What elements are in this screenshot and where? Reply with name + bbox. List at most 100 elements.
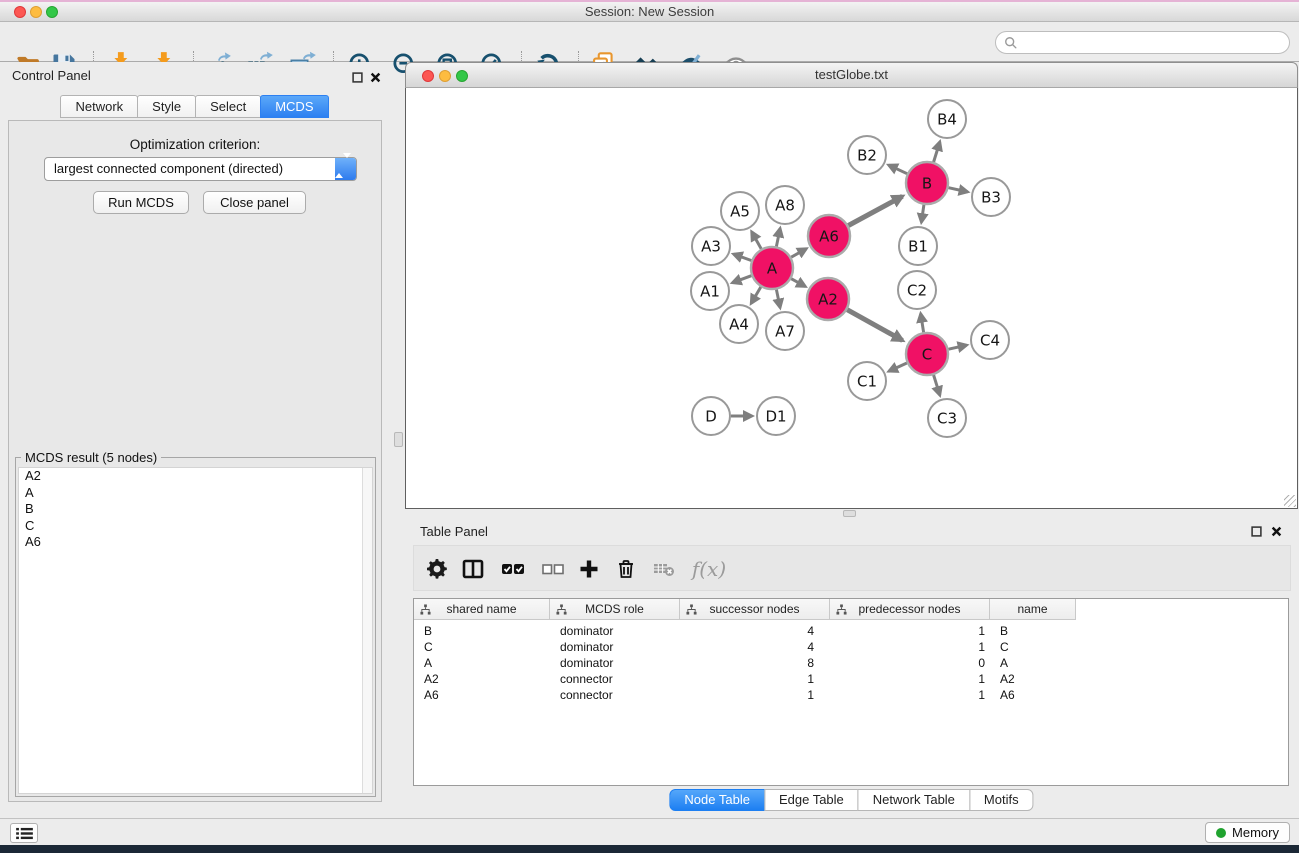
memory-button[interactable]: Memory <box>1205 822 1290 843</box>
edge-C-C2[interactable] <box>921 314 924 333</box>
graph-node-A5[interactable]: A5 <box>721 192 759 230</box>
graph-node-A6[interactable]: A6 <box>808 215 850 257</box>
graph-node-D[interactable]: D <box>692 397 730 435</box>
table-cell[interactable]: 1 <box>830 687 990 703</box>
graph-node-A3[interactable]: A3 <box>692 227 730 265</box>
graph-node-A7[interactable]: A7 <box>766 312 804 350</box>
split-view-icon[interactable] <box>460 556 486 582</box>
table-cell[interactable]: 1 <box>830 671 990 687</box>
graph-node-A8[interactable]: A8 <box>766 186 804 224</box>
graph-node-A2[interactable]: A2 <box>807 278 849 320</box>
edge-C-C4[interactable] <box>949 345 967 349</box>
result-scrollbar[interactable] <box>362 468 372 793</box>
run-mcds-button[interactable]: Run MCDS <box>93 191 189 214</box>
table-cell[interactable]: dominator <box>550 639 680 655</box>
edge-B-B3[interactable] <box>949 188 968 192</box>
network-graph[interactable]: B4B2BB3A5A8A6B1A3AC2A1A2A4A7C4CC1C3DD1 <box>406 88 1297 507</box>
edge-C-C1[interactable] <box>889 363 907 371</box>
settings-gear-icon[interactable] <box>424 556 450 582</box>
tab-network[interactable]: Network <box>60 95 138 118</box>
horizontal-splitter-handle[interactable] <box>843 510 856 517</box>
table-cell[interactable]: A2 <box>990 671 1076 687</box>
table-row[interactable]: Adominator80A <box>414 655 1288 671</box>
float-table-panel-icon[interactable] <box>1251 524 1263 536</box>
graph-node-C[interactable]: C <box>906 333 948 375</box>
resize-corner-icon[interactable] <box>1284 495 1296 507</box>
tab-network-table[interactable]: Network Table <box>858 789 970 811</box>
table-cell[interactable]: dominator <box>550 623 680 639</box>
result-item[interactable]: C <box>19 518 372 535</box>
table-cell[interactable]: 0 <box>830 655 990 671</box>
edge-B-B2[interactable] <box>889 165 907 174</box>
table-cell[interactable]: 1 <box>680 671 830 687</box>
edge-A6-B[interactable] <box>848 196 902 225</box>
tab-edge-table[interactable]: Edge Table <box>764 789 859 811</box>
edge-B-B1[interactable] <box>921 205 924 222</box>
table-cell[interactable]: 1 <box>680 687 830 703</box>
tab-motifs[interactable]: Motifs <box>969 789 1034 811</box>
graph-node-A4[interactable]: A4 <box>720 305 758 343</box>
graph-node-C3[interactable]: C3 <box>928 399 966 437</box>
table-cell[interactable]: A2 <box>414 671 550 687</box>
table-cell[interactable]: 1 <box>830 639 990 655</box>
vertical-splitter-handle[interactable] <box>394 432 403 447</box>
graph-node-A1[interactable]: A1 <box>691 272 729 310</box>
column-header-name[interactable]: name <box>990 599 1076 620</box>
delete-table-icon[interactable] <box>651 556 677 582</box>
mcds-result-list[interactable]: A2ABCA6 <box>18 467 373 794</box>
network-window-titlebar[interactable]: testGlobe.txt <box>405 62 1298 88</box>
network-canvas[interactable]: B4B2BB3A5A8A6B1A3AC2A1A2A4A7C4CC1C3DD1 <box>405 88 1298 509</box>
tab-style[interactable]: Style <box>137 95 196 118</box>
edge-A-A4[interactable] <box>751 287 761 303</box>
graph-node-B4[interactable]: B4 <box>928 100 966 138</box>
edge-A-A2[interactable] <box>791 279 805 287</box>
table-cell[interactable]: 4 <box>680 623 830 639</box>
table-cell[interactable]: 1 <box>830 623 990 639</box>
table-row[interactable]: Bdominator41B <box>414 623 1288 639</box>
table-cell[interactable]: A6 <box>990 687 1076 703</box>
add-column-icon[interactable] <box>576 556 602 582</box>
edge-A2-C[interactable] <box>847 310 902 341</box>
close-panel-icon[interactable] <box>370 70 382 82</box>
tab-select[interactable]: Select <box>195 95 261 118</box>
close-network-button[interactable] <box>422 70 434 82</box>
close-panel-button[interactable]: Close panel <box>203 191 306 214</box>
tab-node-table[interactable]: Node Table <box>669 789 765 811</box>
float-panel-icon[interactable] <box>352 70 364 82</box>
column-header-mcds-role[interactable]: MCDS role <box>550 599 680 620</box>
task-history-button[interactable] <box>10 823 38 843</box>
zoom-network-button[interactable] <box>456 70 468 82</box>
edge-A-A8[interactable] <box>776 229 780 247</box>
table-cell[interactable]: B <box>990 623 1076 639</box>
edge-C-C3[interactable] <box>934 375 940 395</box>
close-window-button[interactable] <box>14 6 26 18</box>
result-item[interactable]: A6 <box>19 534 372 551</box>
edge-B-B4[interactable] <box>934 142 940 162</box>
edge-A-A6[interactable] <box>791 249 806 258</box>
result-item[interactable]: A2 <box>19 468 372 485</box>
result-item[interactable]: B <box>19 501 372 518</box>
table-cell[interactable]: C <box>414 639 550 655</box>
table-cell[interactable]: B <box>414 623 550 639</box>
close-table-panel-icon[interactable] <box>1271 524 1283 536</box>
minimize-network-button[interactable] <box>439 70 451 82</box>
table-cell[interactable]: A <box>990 655 1076 671</box>
table-cell[interactable]: 4 <box>680 639 830 655</box>
search-field[interactable] <box>995 31 1290 54</box>
graph-node-A[interactable]: A <box>751 247 793 289</box>
table-cell[interactable]: 8 <box>680 655 830 671</box>
graph-node-C2[interactable]: C2 <box>898 271 936 309</box>
column-header-predecessor-nodes[interactable]: predecessor nodes <box>830 599 990 620</box>
graph-node-B[interactable]: B <box>906 162 948 204</box>
table-cell[interactable]: dominator <box>550 655 680 671</box>
minimize-window-button[interactable] <box>30 6 42 18</box>
edge-A-A5[interactable] <box>752 232 762 249</box>
zoom-window-button[interactable] <box>46 6 58 18</box>
graph-node-D1[interactable]: D1 <box>757 397 795 435</box>
table-cell[interactable]: connector <box>550 671 680 687</box>
function-builder-icon[interactable]: f(x) <box>689 556 729 582</box>
graph-node-C4[interactable]: C4 <box>971 321 1009 359</box>
column-header-successor-nodes[interactable]: successor nodes <box>680 599 830 620</box>
table-cell[interactable]: C <box>990 639 1076 655</box>
table-cell[interactable]: connector <box>550 687 680 703</box>
